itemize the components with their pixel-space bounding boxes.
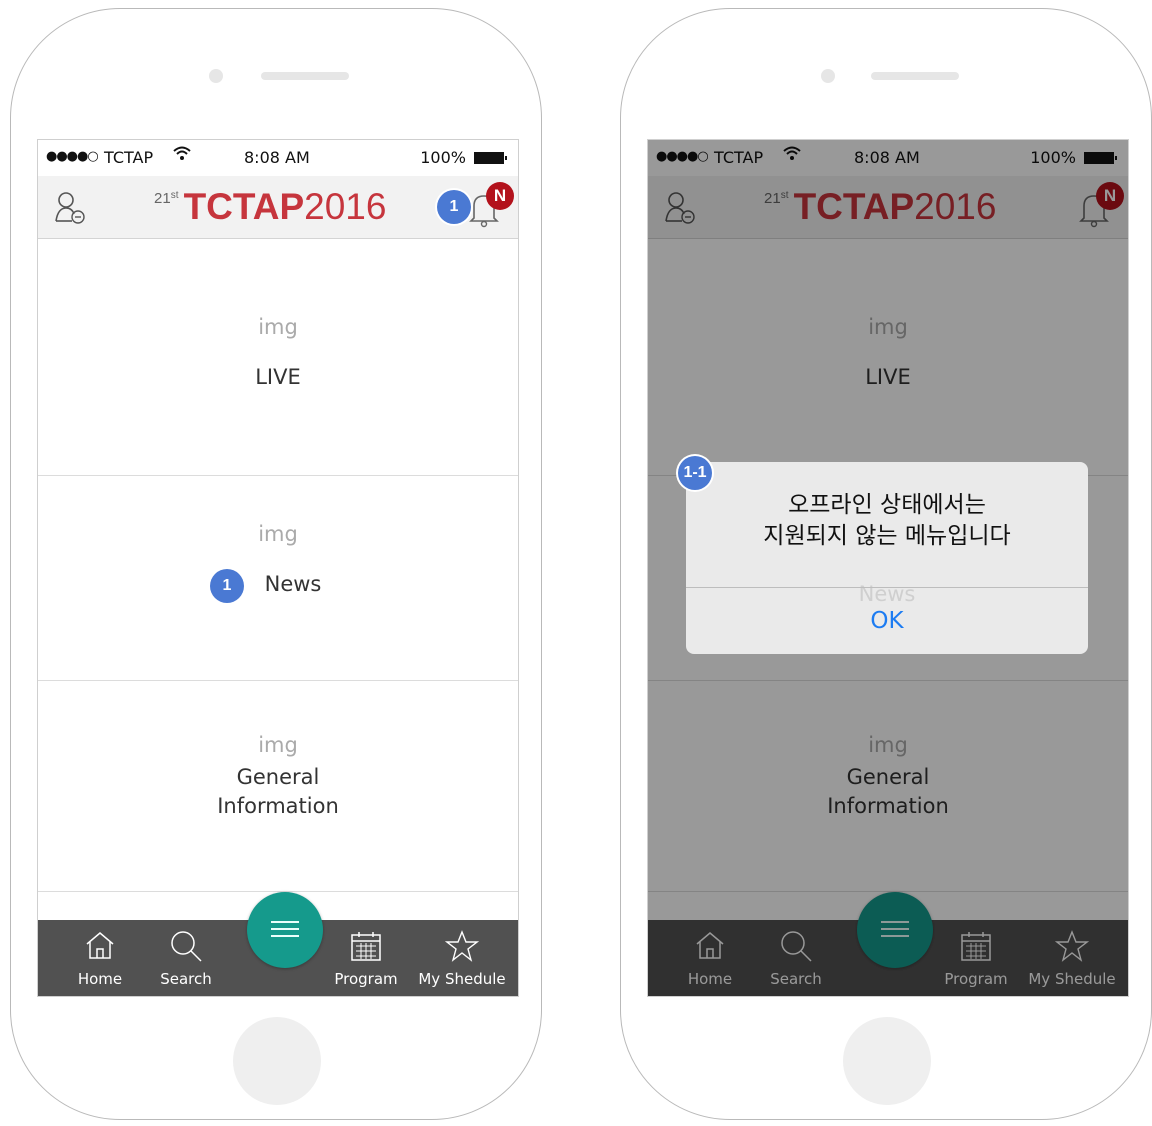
wifi-icon xyxy=(172,144,192,167)
earpiece-speaker xyxy=(261,72,349,80)
home-hardware-button[interactable] xyxy=(233,1017,321,1105)
menu-item-news[interactable]: img News 1 xyxy=(38,476,518,681)
menu-label-general: General xyxy=(236,765,320,789)
menu-item-general-information[interactable]: img General Information xyxy=(38,681,518,892)
clock: 8:08 AM xyxy=(244,148,310,167)
status-bar: ●●●●○ TCTAP 8:08 AM 100% xyxy=(38,140,518,176)
phone-frame-left: ●●●●○ TCTAP 8:08 AM 100% 21st TCTAP2016 … xyxy=(10,8,542,1120)
tab-home-label: Home xyxy=(77,970,123,988)
signal-strength: ●●●●○ xyxy=(46,149,99,164)
menu-item-live[interactable]: img LIVE xyxy=(38,239,518,476)
offline-alert-dialog: News 오프라인 상태에서는 지원되지 않는 메뉴입니다 OK xyxy=(686,462,1088,654)
menu-label-live: LIVE xyxy=(255,365,301,389)
search-icon xyxy=(169,930,203,962)
carrier-name: TCTAP xyxy=(104,148,154,167)
annotation-marker-dialog: 1-1 xyxy=(678,456,712,490)
dialog-ok-button[interactable]: OK xyxy=(686,588,1088,654)
menu-label-news: News xyxy=(264,572,322,596)
menu-image-placeholder: img xyxy=(258,733,298,757)
tab-program[interactable]: Program xyxy=(330,920,402,996)
dialog-message-line2: 지원되지 않는 메뉴입니다 xyxy=(763,523,1011,549)
menu-fab-button[interactable] xyxy=(247,892,323,968)
battery-icon xyxy=(474,152,507,164)
tab-home[interactable]: Home xyxy=(64,920,136,996)
phone-frame-right: ●●●●○ TCTAP 8:08 AM 100% 21st TCTAP2016 … xyxy=(620,8,1152,1120)
app-header: 21st TCTAP2016 N 1 xyxy=(38,176,518,239)
annotation-marker-news: 1 xyxy=(210,569,244,603)
app-screen: ●●●●○ TCTAP 8:08 AM 100% 21st TCTAP2016 … xyxy=(37,139,519,997)
bottom-tab-bar: Home Search Program My Shedule xyxy=(38,892,518,996)
hamburger-icon xyxy=(271,921,299,923)
dialog-message: 오프라인 상태에서는 지원되지 않는 메뉴입니다 xyxy=(686,490,1088,552)
tctap-logo: 21st TCTAP2016 xyxy=(154,186,387,227)
star-icon xyxy=(444,930,480,962)
front-camera xyxy=(821,69,835,83)
home-icon xyxy=(83,930,117,960)
app-screen-offline: ●●●●○ TCTAP 8:08 AM 100% 21st TCTAP2016 … xyxy=(647,139,1129,997)
menu-image-placeholder: img xyxy=(258,315,298,339)
front-camera xyxy=(209,69,223,83)
tab-search[interactable]: Search xyxy=(150,920,222,996)
home-hardware-button[interactable] xyxy=(843,1017,931,1105)
calendar-icon xyxy=(349,930,383,961)
user-logout-icon[interactable] xyxy=(52,188,92,228)
tab-program-label: Program xyxy=(334,970,398,988)
menu-label-information: Information xyxy=(217,794,339,818)
battery-percent: 100% xyxy=(420,148,466,167)
tab-my-schedule[interactable]: My Shedule xyxy=(416,920,508,996)
notification-new-badge: N xyxy=(486,182,514,210)
tab-search-label: Search xyxy=(160,970,212,988)
tab-my-schedule-label: My Shedule xyxy=(418,970,506,988)
dialog-message-line1: 오프라인 상태에서는 xyxy=(788,492,986,518)
annotation-marker-bell: 1 xyxy=(437,190,471,224)
earpiece-speaker xyxy=(871,72,959,80)
menu-image-placeholder: img xyxy=(258,522,298,546)
